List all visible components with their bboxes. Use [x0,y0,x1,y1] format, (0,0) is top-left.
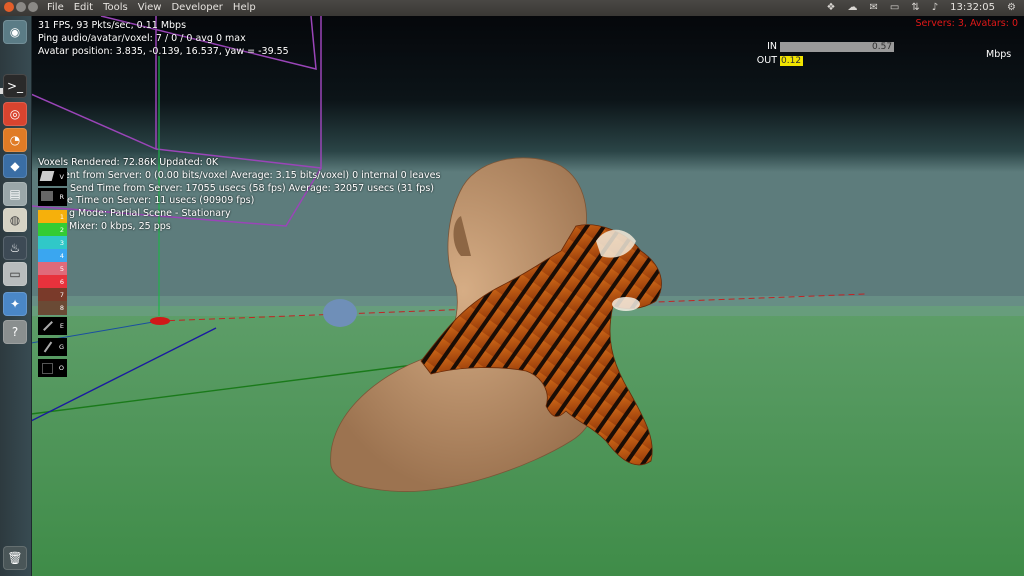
3d-viewport[interactable] [31,16,1024,576]
palette-label: 2 [59,226,64,234]
pinwheel-icon[interactable]: ✦ [3,292,27,316]
minimize-window-button[interactable] [16,2,26,12]
menu-help[interactable]: Help [233,2,256,13]
system-tray: ❖ ☁ ✉ ▭ ⇅ ♪ 13:32:05 ⚙ [827,2,1016,13]
performance-stats: 31 FPS, 93 Pkts/sec, 0.11 Mbps Ping audi… [38,20,289,58]
palette-label: 6 [59,278,64,286]
close-window-button[interactable] [4,2,14,12]
top-panel: File Edit Tools View Developer Help ❖ ☁ … [0,0,1024,16]
palette-label: 3 [59,239,64,247]
send-time: Send Time from Server: 17055 usecs (58 f… [70,182,434,194]
volume-icon[interactable]: ♪ [932,2,938,13]
bandwidth-in-label: IN [767,41,777,52]
color-swatch-1[interactable]: 1 [38,210,67,224]
avatar-position: Avatar position: 3.835, -0.139, 16.537, … [38,45,289,57]
color-swatch-2[interactable]: 2 [38,223,67,237]
select-icon[interactable]: O [38,359,67,377]
terminal-icon[interactable]: >_ [3,74,27,98]
palette-label: 1 [59,213,64,221]
palette-label: V [59,173,64,181]
palette-label: 4 [59,252,64,260]
palette-label: O [58,364,64,372]
color-swatch-4[interactable]: 4 [38,249,67,263]
color-swatch-3[interactable]: 3 [38,236,67,250]
drive-icon[interactable]: ▭ [3,262,27,286]
bandwidth-unit: Mbps [986,49,1012,60]
palette-label: R [59,193,64,201]
menu-view[interactable]: View [138,2,162,13]
time-on-server: e Time on Server: 11 usecs (90909 fps) [67,195,255,207]
virtualbox-icon[interactable]: ◆ [3,154,27,178]
color-swatch-5[interactable]: 5 [38,262,67,276]
menu-file[interactable]: File [47,2,64,13]
help-icon[interactable]: ? [3,320,27,344]
eyedropper-icon[interactable]: E [38,317,67,335]
voxels-rendered: Voxels Rendered: 72.86K Updated: 0K [38,157,219,168]
palette-label: G [58,343,64,351]
cloud-icon[interactable]: ☁ [847,2,857,13]
disk-icon[interactable]: ◍ [3,208,27,232]
steam-icon[interactable]: ♨ [3,236,27,260]
voxel-stats: Voxels Rendered: 72.86K Updated: 0K Sent… [38,157,440,234]
bandwidth-out-value: 0.12 [781,56,802,66]
color-swatch-6[interactable]: 6 [38,275,67,289]
firefox-icon[interactable]: ◔ [3,128,27,152]
menu-edit[interactable]: Edit [74,2,93,13]
color-swatch-7[interactable]: 7 [38,288,67,302]
menu-bar: File Edit Tools View Developer Help [47,2,256,13]
trash-icon[interactable]: 🗑 [3,546,27,570]
audio-mixer-stats: Mixer: 0 kbps, 25 pps [69,220,171,232]
sent-from-server: Sent from Server: 0 (0.00 bits/voxel Ave… [58,169,441,181]
menu-tools[interactable]: Tools [103,2,128,13]
paint-icon[interactable]: G [38,338,67,356]
network-icon[interactable]: ⇅ [911,2,919,13]
palette-label: 7 [59,291,64,299]
dash-home-icon[interactable]: ◉ [3,20,27,44]
maximize-window-button[interactable] [28,2,38,12]
launcher: ◉ >_ ◎ ◔ ◆ ▤ ◍ ♨ ▭ ✦ ? 🗑 [0,16,32,576]
palette-label: E [59,322,64,330]
palette-label: 8 [59,304,64,312]
gear-icon[interactable]: ⚙ [1007,2,1016,13]
bandwidth-in-value: 0.57 [872,42,893,52]
clock[interactable]: 13:32:05 [950,2,995,13]
mail-icon[interactable]: ✉ [869,2,877,13]
battery-icon[interactable]: ▭ [890,2,899,13]
color-swatch-8[interactable]: 8 [38,301,67,315]
voxel-delete-icon[interactable]: R [38,188,67,206]
bandwidth-out-label: OUT [756,55,777,66]
files-icon[interactable]: ▤ [3,182,27,206]
fps-stats: 31 FPS, 93 Pkts/sec, 0.11 Mbps [38,20,187,31]
palette-label: 5 [59,265,64,273]
menu-developer[interactable]: Developer [171,2,222,13]
dropbox-icon[interactable]: ❖ [827,2,836,13]
voxel-add-icon[interactable]: V [38,168,67,186]
render-mode: g Mode: Partial Scene - Stationary [69,208,231,220]
ping-stats: Ping audio/avatar/voxel: 7 / 0 / 0 avg 0… [38,32,246,44]
servers-status: Servers: 3, Avatars: 0 [915,18,1018,29]
chrome-icon[interactable]: ◎ [3,102,27,126]
